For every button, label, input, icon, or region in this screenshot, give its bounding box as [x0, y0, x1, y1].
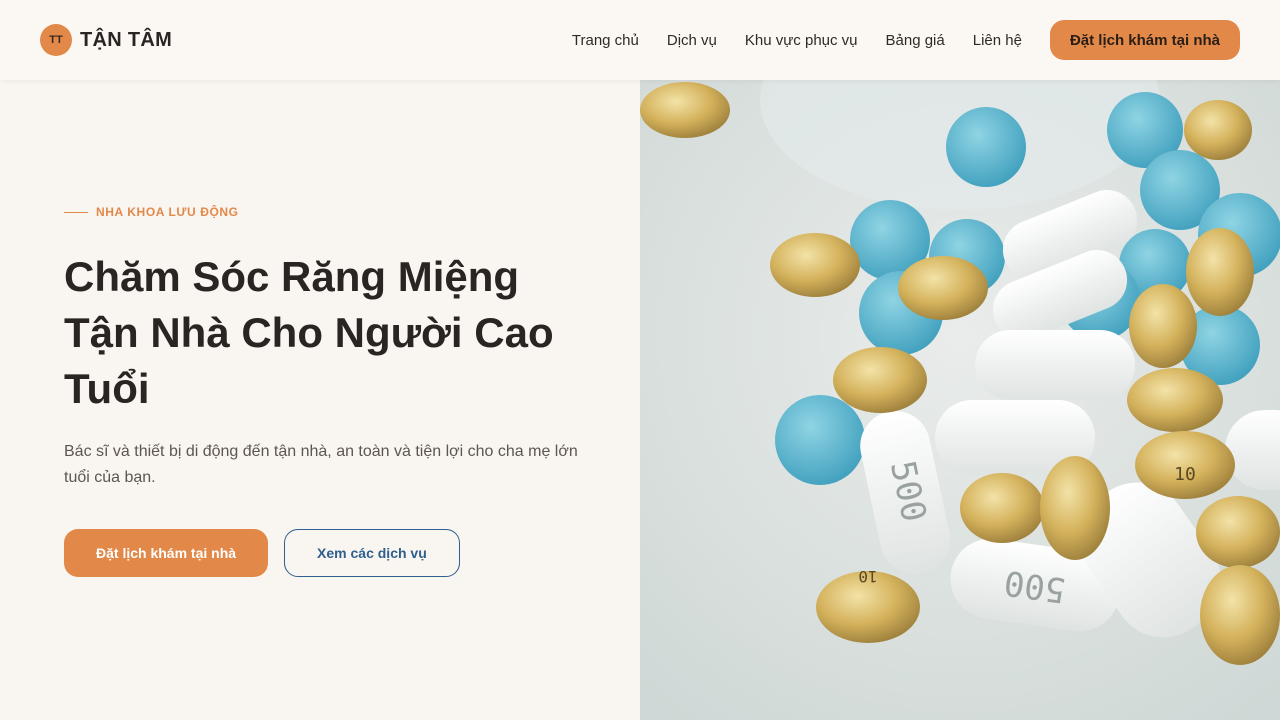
hero-subtitle: Bác sĩ và thiết bị di động đến tận nhà, …: [64, 443, 578, 486]
nav-link-services[interactable]: Dịch vụ: [667, 32, 717, 49]
top-navbar: TT TẬN TÂM Trang chủ Dịch vụ Khu vực phụ…: [0, 0, 1280, 80]
gel-capsule: [1127, 368, 1223, 432]
gel-capsule: [833, 347, 927, 413]
gel-capsule: [1196, 496, 1280, 568]
gel-capsule: [1186, 228, 1254, 316]
pill-imprint: 10: [1174, 464, 1196, 485]
gel-capsule: [898, 256, 988, 320]
gel-capsule: [640, 82, 730, 138]
hero-content: NHA KHOA LƯU ĐỘNG Chăm Sóc Răng Miệng Tậ…: [64, 205, 604, 577]
gel-capsule: [1040, 456, 1110, 560]
nav-link-contact[interactable]: Liên hệ: [973, 32, 1022, 49]
view-services-button[interactable]: Xem các dịch vụ: [284, 529, 460, 577]
gel-capsule: [1129, 284, 1197, 368]
nav-link-home[interactable]: Trang chủ: [572, 32, 639, 49]
gel-capsule: [1200, 565, 1280, 665]
gel-capsule: [770, 233, 860, 297]
nav-book-appointment-button[interactable]: Đặt lịch khám tại nhà: [1049, 20, 1240, 60]
blue-tablet: [775, 395, 865, 485]
eyebrow-text: NHA KHOA LƯU ĐỘNG: [96, 205, 239, 219]
hero-title: Chăm Sóc Răng Miệng Tận Nhà Cho Người Ca…: [64, 253, 554, 412]
white-caplet: [975, 330, 1135, 400]
pills-illustration: 500 500 10 10: [640, 80, 1280, 720]
hero-pills-image: 500 500 10 10: [640, 80, 1280, 720]
nav-link-pricing[interactable]: Bảng giá: [886, 32, 945, 49]
brand-logo[interactable]: TT TẬN TÂM: [40, 24, 172, 56]
gel-capsule: [1184, 100, 1252, 160]
pill-imprint: 10: [858, 567, 877, 586]
book-appointment-button[interactable]: Đặt lịch khám tại nhà: [64, 529, 269, 577]
brand-logo-icon: TT: [40, 24, 72, 56]
main-nav: Trang chủ Dịch vụ Khu vực phục vụ Bảng g…: [572, 20, 1240, 60]
gel-capsule: [960, 473, 1044, 543]
blue-tablet: [946, 107, 1026, 187]
nav-link-service-area[interactable]: Khu vực phục vụ: [745, 32, 858, 49]
eyebrow-divider: [64, 211, 88, 213]
hero-eyebrow: NHA KHOA LƯU ĐỘNG: [64, 205, 604, 219]
hero-actions: Đặt lịch khám tại nhà Xem các dịch vụ: [64, 529, 604, 577]
brand-name: TẬN TÂM: [80, 28, 173, 51]
pill-imprint: 500: [1002, 562, 1068, 610]
